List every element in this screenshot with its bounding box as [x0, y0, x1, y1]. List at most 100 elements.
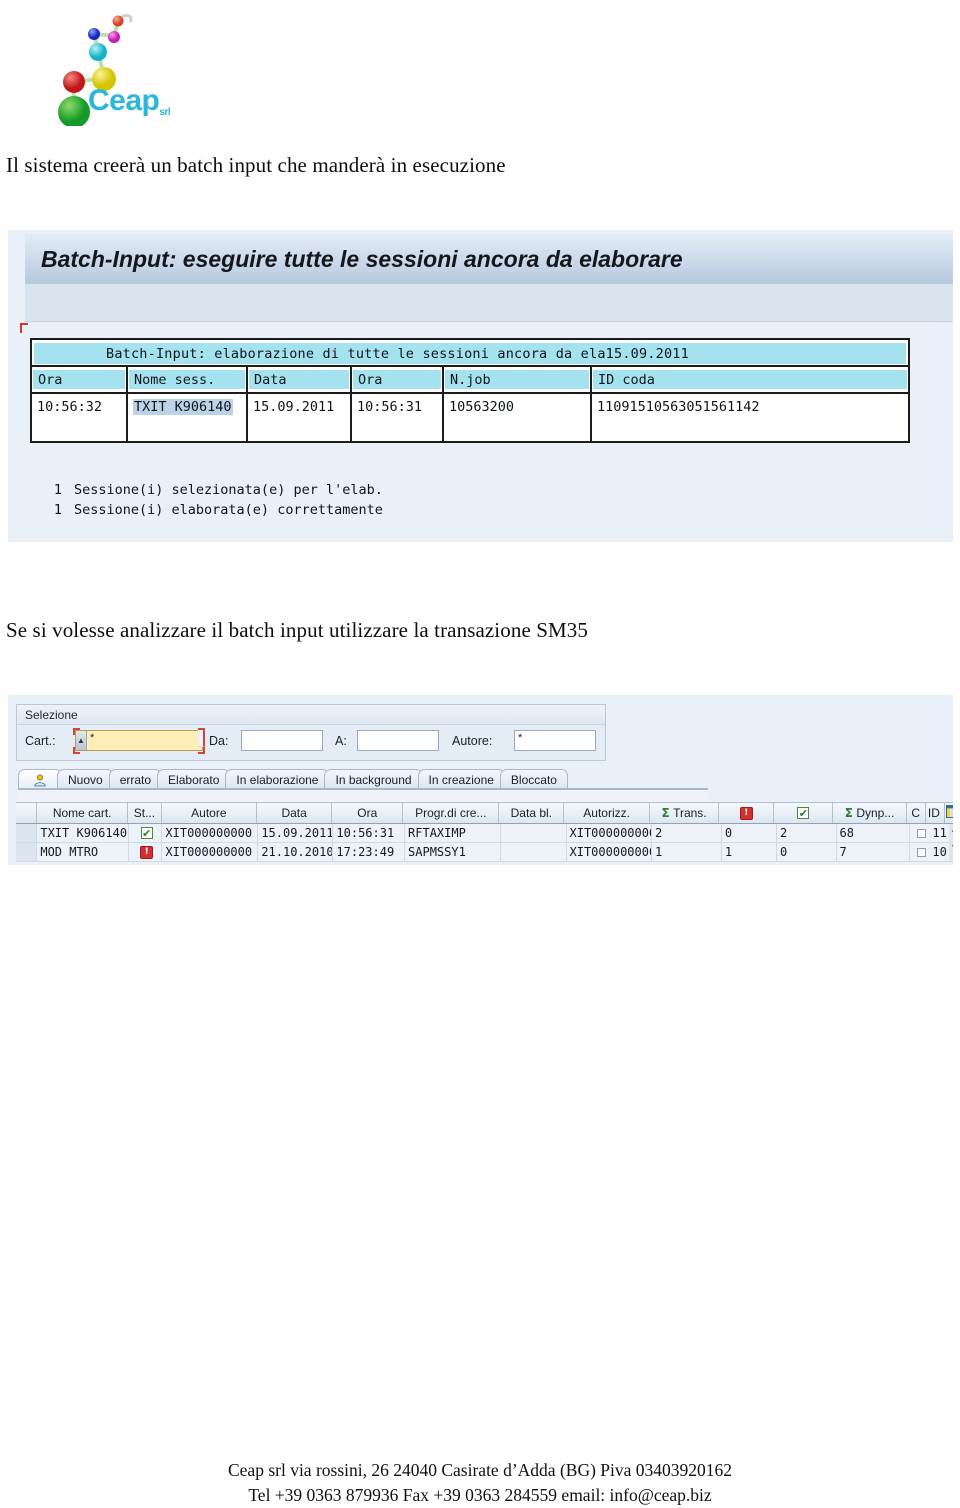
cell-data-bl	[501, 824, 567, 842]
sm35-tabstrip: Nuovo errato Elaborato In elaborazione I…	[18, 767, 568, 790]
row-handle[interactable]	[16, 824, 38, 842]
batch-input-bottom-strip	[8, 534, 953, 542]
logo-wordmark-text: Ceap	[88, 84, 160, 117]
table-row[interactable]: MOD MTRO ! XIT000000000 21.10.2010 17:23…	[16, 843, 953, 862]
tab-in-elaborazione[interactable]: In elaborazione	[225, 769, 330, 790]
screenshot-sm35: Selezione Cart.: ▲ * Da: A: Autore: * Nu…	[8, 695, 953, 865]
sm35-selection-panel: Selezione Cart.: ▲ * Da: A: Autore: *	[16, 704, 606, 761]
tab-elaborato[interactable]: Elaborato	[157, 769, 231, 790]
a-input[interactable]	[357, 730, 439, 751]
bi-col-njob-label: N.job	[450, 371, 491, 388]
th-trans-label: Trans.	[673, 806, 707, 820]
bi-col-ora2-label: Ora	[358, 371, 383, 388]
tab-errato[interactable]: errato	[108, 769, 163, 790]
da-input[interactable]	[241, 730, 323, 751]
cell-errori: 1	[722, 843, 778, 861]
th-progr-di-creazione[interactable]: Progr.di cre...	[403, 803, 500, 823]
bi-col-data[interactable]: Data	[248, 367, 352, 392]
cell-progr-di-cre: SAPMSSY1	[405, 843, 501, 861]
th-autorizz[interactable]: Autorizz.	[564, 803, 650, 823]
paragraph-intro: Il sistema creerà un batch input che man…	[6, 153, 506, 177]
batch-input-message-1-text: Sessione(i) selezionata(e) per l'elab.	[74, 482, 383, 498]
cart-focus-marker-tl	[73, 728, 80, 735]
th-data-bl-label: Data bl.	[510, 806, 552, 820]
row-checkbox[interactable]	[916, 828, 926, 838]
cart-input[interactable]: ▲ *	[75, 730, 203, 751]
cell-progr-di-cre: RFTAXIMP	[405, 824, 501, 842]
bi-col-id-coda[interactable]: ID coda	[592, 367, 908, 392]
cell-stato: ✔	[129, 824, 163, 842]
th-data-bl[interactable]: Data bl.	[499, 803, 565, 823]
batch-input-header-row: Ora Nome sess. Data Ora N.job ID coda	[32, 367, 908, 394]
th-dynpro[interactable]: Σ Dynp...	[833, 803, 907, 823]
tab-overview[interactable]	[18, 769, 62, 790]
table-icon-header[interactable]	[945, 803, 953, 823]
th-stato-label: St...	[133, 806, 156, 820]
scroll-down-icon[interactable]: ▼	[952, 843, 953, 852]
th-c[interactable]: C	[907, 803, 926, 823]
row-checkbox[interactable]	[916, 847, 926, 857]
vertical-scrollbar[interactable]: ▼	[948, 843, 953, 861]
cell-ok: 2	[777, 824, 837, 842]
th-stato[interactable]: St...	[128, 803, 162, 823]
red-error-icon-row2: !	[140, 845, 154, 859]
sm35-tab-content-top	[18, 790, 708, 802]
th-nome-cart[interactable]: Nome cart.	[37, 803, 129, 823]
th-autore-label: Autore	[191, 806, 227, 820]
autore-input[interactable]: *	[514, 730, 596, 751]
cell-ora: 10:56:31	[333, 824, 406, 842]
paragraph-sm35: Se si volesse analizzare il batch input …	[6, 618, 588, 642]
th-c-label: C	[911, 806, 921, 820]
cell-nome-cart: TXIT K906140	[37, 824, 129, 842]
batch-input-window-title: Batch-Input: eseguire tutte le sessioni …	[41, 245, 683, 272]
th-autore[interactable]: Autore	[162, 803, 258, 823]
tab-bloccato-label: Bloccato	[510, 773, 557, 787]
scroll-up-icon[interactable]: ▲	[952, 824, 953, 833]
bi-col-ora2[interactable]: Ora	[352, 367, 444, 392]
batch-input-grid-title: Batch-Input: elaborazione di tutte le se…	[106, 345, 689, 362]
cell-id: 11	[932, 826, 947, 840]
bi-col-ora[interactable]: Ora	[32, 367, 128, 392]
th-data-label: Data	[281, 806, 307, 820]
cell-stato: !	[129, 843, 163, 861]
bi-col-nome-sess[interactable]: Nome sess.	[128, 367, 248, 392]
cursor-corner-marker	[20, 323, 28, 333]
bi-col-ora-label: Ora	[38, 371, 63, 388]
cell-c[interactable]	[910, 824, 929, 842]
red-error-icon: !	[739, 806, 753, 820]
th-trans[interactable]: Σ Trans.	[650, 803, 720, 823]
autore-input-value: *	[518, 732, 523, 744]
tab-nuovo[interactable]: Nuovo	[57, 769, 114, 790]
label-a: A:	[335, 734, 347, 748]
th-ora-label: Ora	[357, 806, 378, 820]
tab-in-creazione[interactable]: In creazione	[417, 769, 505, 790]
cell-c[interactable]	[910, 843, 929, 861]
th-errori[interactable]: !	[719, 803, 775, 823]
page-footer: Ceap srl via rossini, 26 24040 Casirate …	[0, 1458, 960, 1508]
th-data[interactable]: Data	[257, 803, 333, 823]
th-ok[interactable]: ✔	[774, 803, 834, 823]
footer-line-2: Tel +39 0363 879936 Fax +39 0363 284559 …	[248, 1485, 712, 1505]
cart-focus-marker-tr	[198, 728, 205, 747]
tab-nuovo-label: Nuovo	[68, 773, 103, 787]
batch-input-data-row[interactable]: 10:56:32 TXIT K906140 15.09.2011 10:56:3…	[32, 394, 908, 441]
table-row[interactable]: TXIT K906140 ✔ XIT000000000 15.09.2011 1…	[16, 824, 953, 843]
th-ora[interactable]: Ora	[332, 803, 404, 823]
cell-ora: 17:23:49	[333, 843, 406, 861]
tab-in-background[interactable]: In background	[324, 769, 423, 790]
row-handle[interactable]	[16, 843, 38, 861]
tab-in-creazione-label: In creazione	[428, 773, 494, 787]
vertical-scrollbar[interactable]: ▲	[948, 824, 953, 842]
bi-col-njob[interactable]: N.job	[444, 367, 592, 392]
label-cart: Cart.:	[25, 734, 56, 748]
batch-input-message-2: 1 Sessione(i) elaborata(e) correttamente	[30, 500, 383, 520]
green-check-icon: ✔	[797, 806, 810, 820]
cart-focus-marker-bl	[73, 747, 80, 754]
cell-autorizz: XIT000000000	[567, 824, 652, 842]
tab-bloccato[interactable]: Bloccato	[499, 769, 568, 790]
th-progr-label: Progr.di cre...	[415, 806, 487, 820]
ceap-logo: Ceapsrl	[22, 6, 171, 126]
th-id[interactable]: ID	[926, 803, 946, 823]
footer-line-1: Ceap srl via rossini, 26 24040 Casirate …	[227, 1460, 733, 1480]
green-check-icon-row1: ✔	[140, 826, 153, 840]
